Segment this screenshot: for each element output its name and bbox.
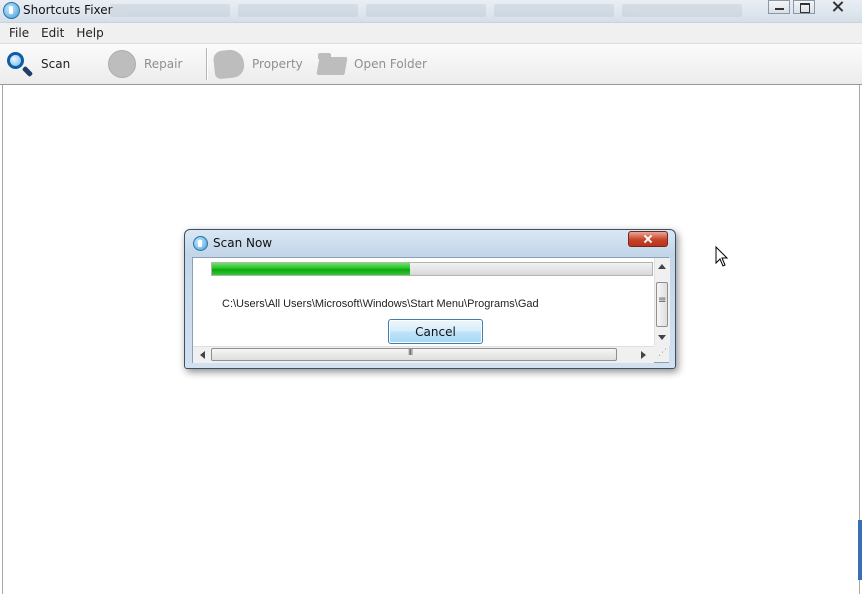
property-button[interactable]: Property — [212, 48, 303, 80]
title-bar: Shortcuts Fixer — [0, 0, 862, 23]
vertical-scroll-thumb[interactable] — [656, 282, 668, 327]
current-scan-path: C:\Users\All Users\Microsoft\Windows\Sta… — [222, 298, 539, 310]
progress-fill — [212, 263, 410, 275]
menu-bar: File Edit Help — [0, 23, 862, 44]
repair-button[interactable]: Repair — [108, 48, 182, 80]
scan-now-dialog: Scan Now C:\Users\All Users\Microsoft\Wi… — [184, 229, 676, 369]
vertical-scrollbar[interactable] — [654, 258, 670, 346]
property-label: Property — [252, 57, 303, 71]
background-taskbar-ghost — [110, 4, 760, 19]
minimize-button[interactable] — [768, 0, 790, 14]
scan-label: Scan — [41, 57, 71, 71]
open-folder-label: Open Folder — [354, 57, 427, 71]
background-tab — [110, 4, 230, 17]
scroll-up-arrow-icon[interactable] — [658, 264, 666, 269]
background-tab — [366, 4, 486, 17]
toolbar-separator — [206, 48, 208, 80]
scroll-right-arrow-icon[interactable] — [641, 351, 646, 359]
dialog-title: Scan Now — [213, 236, 273, 250]
menu-edit[interactable]: Edit — [35, 23, 70, 43]
app-icon — [3, 2, 20, 19]
menu-file[interactable]: File — [0, 23, 35, 43]
window-title: Shortcuts Fixer — [23, 3, 113, 17]
folder-icon — [316, 53, 348, 75]
background-tab — [622, 4, 742, 17]
scan-progress-bar — [211, 262, 653, 276]
horizontal-scroll-thumb[interactable] — [211, 348, 617, 361]
repair-icon — [108, 50, 136, 78]
scroll-down-arrow-icon[interactable] — [658, 335, 666, 340]
cancel-button[interactable]: Cancel — [388, 319, 483, 344]
menu-help[interactable]: Help — [70, 23, 109, 43]
scan-button[interactable]: Scan — [6, 48, 70, 80]
close-window-button[interactable] — [818, 0, 856, 14]
property-icon — [212, 48, 246, 80]
mouse-cursor-icon — [715, 246, 729, 267]
desktop-edge — [858, 520, 862, 580]
dialog-content: C:\Users\All Users\Microsoft\Windows\Sta… — [192, 257, 670, 363]
scroll-left-arrow-icon[interactable] — [200, 351, 205, 359]
toolbar: Scan Repair Property Open Folder — [0, 44, 862, 85]
maximize-button[interactable] — [793, 0, 815, 14]
background-tab — [238, 4, 358, 17]
horizontal-scrollbar[interactable] — [193, 346, 654, 363]
background-tab — [494, 4, 614, 17]
resize-grip-icon[interactable] — [654, 346, 669, 362]
dialog-app-icon — [193, 236, 208, 251]
magnifier-icon — [6, 51, 34, 78]
repair-label: Repair — [144, 57, 183, 71]
dialog-close-button[interactable] — [628, 231, 668, 247]
open-folder-button[interactable]: Open Folder — [316, 48, 427, 80]
